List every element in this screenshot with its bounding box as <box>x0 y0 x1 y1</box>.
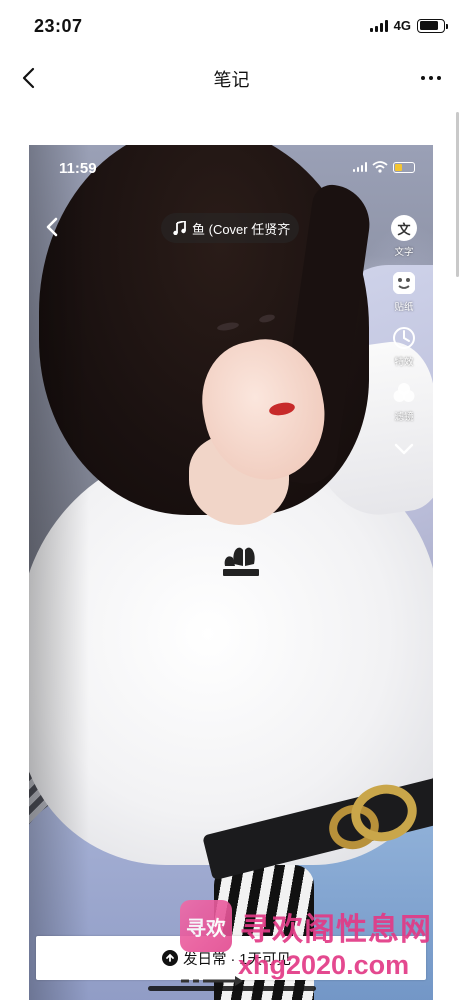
sticker-icon <box>393 272 415 294</box>
signal-icon <box>369 19 388 32</box>
tool-text[interactable]: 文 文字 <box>391 215 417 258</box>
status-indicators: 4G <box>369 18 448 33</box>
tool-label: 特效 <box>394 357 414 368</box>
watermark-url: xhg2020.com <box>238 950 410 980</box>
music-note-icon <box>173 221 186 235</box>
status-time: 23:07 <box>34 16 83 36</box>
tool-label: 贴纸 <box>394 302 414 313</box>
more-dot-icon <box>421 76 425 80</box>
page-title: 笔记 <box>213 70 250 90</box>
shadow <box>29 145 89 1000</box>
inner-status-time: 11:59 <box>59 160 97 177</box>
more-dot-icon <box>437 76 441 80</box>
wifi-icon <box>372 161 388 173</box>
text-icon: 文 <box>391 215 417 241</box>
more-button[interactable] <box>411 62 451 94</box>
signal-icon <box>352 162 367 172</box>
trefoil-logo-icon <box>223 547 259 576</box>
watermark-title: 寻欢阁性息网 <box>240 912 432 947</box>
effects-icon <box>393 327 415 349</box>
expand-tools-button[interactable] <box>391 439 417 459</box>
inner-status-indicators <box>352 161 415 173</box>
music-chip[interactable]: 鱼 (Cover 任贤齐 <box>161 213 299 243</box>
network-type: 4G <box>393 18 411 33</box>
scrollbar[interactable] <box>456 112 459 277</box>
tool-label: 文字 <box>394 247 414 258</box>
tool-sticker[interactable]: 贴纸 <box>391 270 417 313</box>
post-image[interactable]: 11:59 鱼 (Cover 任贤齐 文 文字 贴纸 特效 滤镜 发日常 · 1… <box>29 145 433 1000</box>
watermark: 寻欢 寻欢阁性息网 xhg2020.com <box>180 898 460 990</box>
editor-back-button[interactable] <box>41 215 65 239</box>
watermark-logo: 寻欢 <box>180 900 232 952</box>
editor-toolbar: 文 文字 贴纸 特效 滤镜 <box>387 215 421 459</box>
tool-filter[interactable]: 滤镜 <box>391 380 417 423</box>
tool-label: 滤镜 <box>394 412 414 423</box>
music-title: 鱼 (Cover 任贤齐 <box>192 221 291 237</box>
battery-icon <box>393 161 415 173</box>
upload-icon <box>162 950 178 966</box>
nav-bar: 笔记 <box>0 50 463 106</box>
home-indicator[interactable] <box>148 986 316 991</box>
status-bar: 23:07 4G <box>0 0 463 50</box>
more-dot-icon <box>429 76 433 80</box>
filter-icon <box>393 383 415 402</box>
battery-icon <box>417 18 448 33</box>
tool-effects[interactable]: 特效 <box>391 325 417 368</box>
